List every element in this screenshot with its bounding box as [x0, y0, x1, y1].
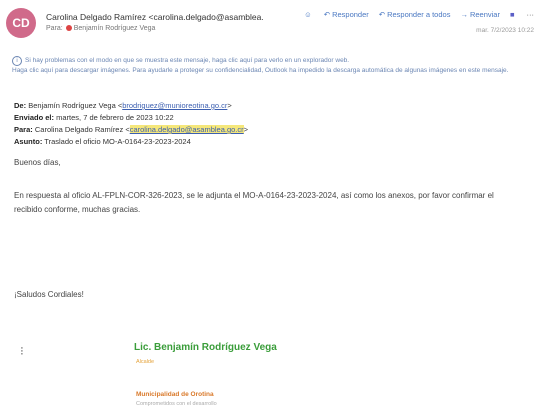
signature-role: Alcalde — [136, 359, 155, 365]
more-button[interactable]: ··· — [527, 10, 537, 19]
to-label: Para: — [46, 25, 63, 32]
more-icon: ··· — [526, 10, 535, 19]
meta-sent: Enviado el: martes, 7 de febrero de 2023… — [14, 113, 174, 122]
sender-name[interactable]: Carolina Delgado Ramírez <carolina.delga… — [46, 12, 264, 22]
notice-line-1[interactable]: Si hay problemas con el modo en que se m… — [25, 57, 349, 64]
meta-from: De: Benjamín Rodríguez Vega <brodriguez@… — [14, 101, 232, 110]
reply-icon: ↶ — [323, 10, 331, 19]
signature-name: Lic. Benjamín Rodríguez Vega — [134, 342, 277, 353]
sent-date: mar. 7/2/2023 10:22 — [476, 27, 534, 34]
forward-label: Reenviar — [469, 10, 500, 19]
info-icon: i — [12, 56, 22, 66]
reply-label: Responder — [332, 10, 369, 19]
closing: ¡Saludos Cordiales! — [14, 290, 84, 299]
notice-line-2[interactable]: Haga clic aquí para descargar imágenes. … — [12, 67, 508, 74]
teams-icon: ■ — [509, 10, 515, 19]
forward-button[interactable]: → Reenviar — [460, 10, 500, 19]
teams-button[interactable]: ■ — [510, 10, 517, 19]
reply-all-label: Responder a todos — [387, 10, 451, 19]
forward-icon: → — [460, 10, 468, 19]
recipient-line: Para: Benjamín Rodríguez Vega — [46, 25, 155, 32]
signature-tagline: Comprometidos con el desarrollo — [136, 401, 217, 407]
presence-icon — [65, 25, 72, 32]
meta-subject: Asunto: Traslado el oficio MO-A-0164-23-… — [14, 137, 191, 146]
signature-image-placeholder-icon: ⁝ — [20, 344, 24, 358]
emoji-icon: ☺ — [304, 10, 312, 19]
signature-organization: Municipalidad de Orotina — [136, 391, 214, 398]
body-paragraph: En respuesta al oficio AL-FPLN-COR-326-2… — [14, 191, 494, 214]
greeting: Buenos días, — [14, 158, 61, 167]
to-email-link[interactable]: carolina.delgado@asamblea.go.cr — [129, 125, 244, 134]
reply-all-button[interactable]: ↶ Responder a todos — [379, 10, 451, 19]
sender-avatar[interactable]: CD — [6, 8, 36, 38]
meta-to: Para: Carolina Delgado Ramírez <carolina… — [14, 125, 249, 134]
download-notice[interactable]: i Si hay problemas con el modo en que se … — [12, 56, 532, 75]
recipient-name[interactable]: Benjamín Rodríguez Vega — [74, 25, 156, 32]
emoji-button[interactable]: ☺ — [304, 10, 314, 19]
forwarded-meta: De: Benjamín Rodríguez Vega <brodriguez@… — [14, 100, 248, 148]
email-header: CD Carolina Delgado Ramírez <carolina.de… — [0, 0, 542, 52]
message-actions: ☺ ↶ Responder ↶ Responder a todos → Reenvia… — [304, 10, 536, 19]
reply-button[interactable]: ↶ Responder — [324, 10, 369, 19]
from-email-link[interactable]: brodriguez@munioreotina.go.cr — [122, 101, 227, 110]
reply-all-icon: ↶ — [378, 10, 386, 19]
